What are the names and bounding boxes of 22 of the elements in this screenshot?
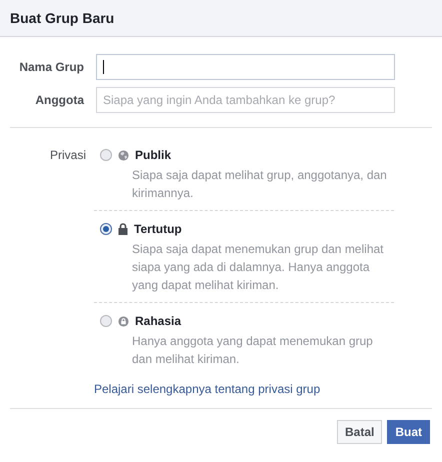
privacy-label: Privasi (48, 147, 87, 164)
radio-button[interactable] (100, 149, 112, 161)
lock-icon (118, 223, 128, 235)
option-description: Siapa saja dapat menemukan grup dan melihat siapa yang ada di dalamnya. Hanya anggota yang dapat melihat kiriman. (131, 241, 384, 294)
radio-button[interactable] (100, 223, 112, 235)
globe-icon (118, 150, 129, 160)
privacy-link[interactable]: Pelajari selengkapnya tentang privasi grup (94, 380, 394, 398)
option-description: Hanya anggota yang dapat menemukan grup dan melihat kiriman. (131, 333, 374, 368)
input-field[interactable] (96, 54, 395, 80)
cancel-button[interactable]: Batal (336, 420, 382, 444)
input-field[interactable]: Siapa yang ingin Anda tambahkan ke grup? (96, 87, 395, 113)
text-cursor (103, 60, 104, 74)
option-title: Publik (135, 147, 172, 164)
field-label: Anggota (34, 92, 86, 109)
option-description: Siapa saja dapat melihat grup, anggotanya, dan kirimannya. (131, 167, 388, 202)
radio-button[interactable] (100, 315, 112, 327)
lock-circle-icon (118, 316, 129, 326)
field-label: Nama Grup (18, 59, 85, 76)
dialog-title: Buat Grup Baru (10, 8, 114, 28)
create-button[interactable]: Buat (387, 420, 430, 444)
option-title: Rahasia (135, 313, 182, 330)
option-title: Tertutup (134, 221, 182, 238)
